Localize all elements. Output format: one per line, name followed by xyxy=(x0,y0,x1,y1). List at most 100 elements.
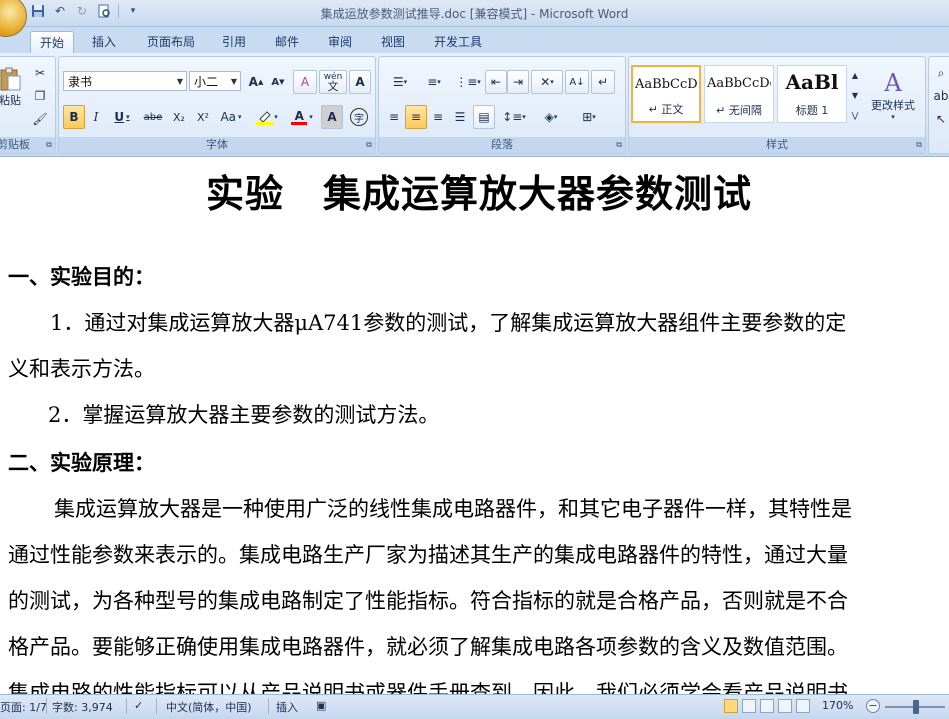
replace-icon[interactable]: ab xyxy=(931,84,949,108)
enclose-characters-button[interactable]: 字 xyxy=(347,105,371,129)
superscript-icon: X² xyxy=(197,110,209,124)
tab-developer[interactable]: 开发工具 xyxy=(428,31,488,53)
align-left-button[interactable]: ≡ xyxy=(383,105,405,129)
word-count[interactable]: 字数: 3,974 xyxy=(52,699,113,715)
grow-font-glyph: A xyxy=(248,75,258,89)
phonetic-guide-button[interactable]: wén 文 xyxy=(319,70,347,94)
numbering-button[interactable]: ≡ ▾ xyxy=(417,70,451,94)
style-heading-1[interactable]: AaBl 标题 1 xyxy=(777,65,847,123)
strikethrough-button[interactable]: abe xyxy=(139,105,167,129)
paste-label: 粘贴 xyxy=(0,94,21,107)
styles-more-icon[interactable]: ⋁ xyxy=(849,105,861,125)
font-color-button[interactable]: A ▾ xyxy=(285,105,319,129)
clear-formatting-icon: A xyxy=(300,75,310,89)
insert-mode[interactable]: 插入 xyxy=(276,699,298,715)
outline-view-icon[interactable] xyxy=(778,699,792,713)
strikethrough-icon: abe xyxy=(143,111,163,123)
style-heading-1-name: 标题 1 xyxy=(795,104,829,117)
bold-button[interactable]: B xyxy=(63,105,85,129)
shading-button[interactable]: ◈ ▾ xyxy=(533,105,569,129)
macro-recording-icon[interactable]: ▣ xyxy=(316,699,326,712)
font-launcher-icon[interactable]: ⧉ xyxy=(366,140,372,150)
show-marks-button[interactable]: ↵ xyxy=(591,70,615,94)
status-separator xyxy=(46,698,47,714)
zoom-level[interactable]: 170% xyxy=(822,699,853,712)
cut-icon[interactable]: ✂ xyxy=(29,61,51,85)
web-layout-view-icon[interactable] xyxy=(760,699,774,713)
superscript-button[interactable]: X² xyxy=(191,105,215,129)
highlight-button[interactable]: ▾ xyxy=(249,105,285,129)
italic-button[interactable]: I xyxy=(85,105,107,129)
full-screen-reading-view-icon[interactable] xyxy=(742,699,756,713)
paragraph-line: 集成运算放大器是一种使用广泛的线性集成电路器件，和其它电子器件一样，其特性是 xyxy=(54,497,852,521)
align-center-button[interactable]: ≡ xyxy=(405,105,427,129)
styles-launcher-icon[interactable]: ⧉ xyxy=(916,140,922,150)
style-normal[interactable]: AaBbCcDc ↵ 正文 xyxy=(631,65,701,123)
language-indicator[interactable]: 中文(简体，中国) xyxy=(166,699,252,715)
tab-view[interactable]: 视图 xyxy=(375,31,411,53)
sort-button[interactable]: A↓ xyxy=(565,70,589,94)
align-right-button[interactable]: ≡ xyxy=(427,105,449,129)
style-no-spacing[interactable]: AaBbCcDc ↵ 无间隔 xyxy=(704,65,774,123)
character-shading-icon: A xyxy=(327,110,337,124)
window-title: 集成运放参数测试推导.doc [兼容模式] - Microsoft Word xyxy=(320,7,629,21)
change-styles-label: 更改样式 xyxy=(871,99,915,112)
tab-review[interactable]: 审阅 xyxy=(322,31,358,53)
clear-formatting-button[interactable]: A xyxy=(293,70,317,94)
styles-group: AaBbCcDc ↵ 正文 AaBbCcDc ↵ 无间隔 AaBl 标题 1 ▲… xyxy=(628,56,926,154)
clipboard-launcher-icon[interactable]: ⧉ xyxy=(46,140,52,150)
tab-home[interactable]: 开始 xyxy=(30,31,74,54)
change-styles-button[interactable]: A 更改样式 ▾ xyxy=(863,61,923,129)
copy-icon[interactable]: ❐ xyxy=(29,84,51,108)
grow-font-button[interactable]: A ▲ xyxy=(245,70,267,94)
borders-icon: ⊞ xyxy=(582,110,593,124)
shrink-font-button[interactable]: A ▼ xyxy=(267,70,289,94)
document-page[interactable]: 实验 集成运算放大器参数测试 一、实验目的： 1．通过对集成运算放大器μA741… xyxy=(0,157,949,694)
paragraph-line: 2．掌握运算放大器主要参数的测试方法。 xyxy=(48,403,440,427)
find-icon[interactable]: ⌕ xyxy=(931,61,949,85)
underline-icon: U xyxy=(114,110,125,124)
editing-group: ⌕ ab ↖ xyxy=(928,56,949,154)
asian-layout-button[interactable]: ✕ ▾ xyxy=(531,70,563,94)
proofing-icon[interactable]: ✓ xyxy=(134,699,143,712)
print-layout-view-icon[interactable] xyxy=(724,699,738,713)
bullets-button[interactable]: ☰ ▾ xyxy=(383,70,417,94)
draft-view-icon[interactable] xyxy=(796,699,810,713)
section-heading-purpose: 一、实验目的： xyxy=(8,264,155,289)
character-border-icon: A xyxy=(355,75,365,89)
sort-icon: A↓ xyxy=(569,76,585,88)
tab-page-layout[interactable]: 页面布局 xyxy=(141,31,201,53)
subscript-button[interactable]: X₂ xyxy=(167,105,191,129)
zoom-out-icon[interactable]: − xyxy=(866,699,880,713)
character-shading-button[interactable]: A xyxy=(321,105,343,129)
page-count[interactable]: 页面: 1/7 xyxy=(0,699,47,715)
justify-button[interactable]: ☰ xyxy=(449,105,471,129)
tab-insert[interactable]: 插入 xyxy=(86,31,122,53)
numbering-icon: ≡ xyxy=(427,75,438,89)
font-size-combo[interactable]: 小二 ▼ xyxy=(189,71,241,91)
line-spacing-button[interactable]: ↕≡ ▾ xyxy=(497,105,531,129)
styles-scroll-down-icon[interactable]: ▼ xyxy=(849,85,861,105)
zoom-slider-thumb[interactable] xyxy=(913,700,919,714)
increase-indent-icon: ⇥ xyxy=(512,75,524,89)
tab-references[interactable]: 引用 xyxy=(216,31,252,53)
borders-button[interactable]: ⊞ ▾ xyxy=(571,105,607,129)
font-color-icon: A xyxy=(294,108,304,123)
select-icon[interactable]: ↖ xyxy=(931,107,949,131)
tab-mailings[interactable]: 邮件 xyxy=(269,31,305,53)
font-group: 隶书 ▼ 小二 ▼ A ▲ A ▼ A wén 文 A B I U ▾ abe X₂ X… xyxy=(58,56,376,154)
underline-button[interactable]: U ▾ xyxy=(107,105,137,129)
paragraph-launcher-icon[interactable]: ⧉ xyxy=(616,140,622,150)
change-case-button[interactable]: Aa ▾ xyxy=(215,105,247,129)
italic-icon: I xyxy=(93,110,99,124)
style-normal-name: ↵ 正文 xyxy=(648,103,684,116)
styles-scroll-up-icon[interactable]: ▲ xyxy=(849,65,861,85)
multilevel-list-button[interactable]: ⋮≡ ▾ xyxy=(451,70,485,94)
character-border-button[interactable]: A xyxy=(349,70,371,94)
decrease-indent-button[interactable]: ⇤ xyxy=(485,70,507,94)
distributed-button[interactable]: ▤ xyxy=(473,105,495,129)
font-name-combo[interactable]: 隶书 ▼ xyxy=(63,71,187,91)
paste-button[interactable]: 粘贴 xyxy=(0,61,23,113)
increase-indent-button[interactable]: ⇥ xyxy=(507,70,529,94)
format-painter-icon[interactable]: 🖌 xyxy=(29,107,51,131)
